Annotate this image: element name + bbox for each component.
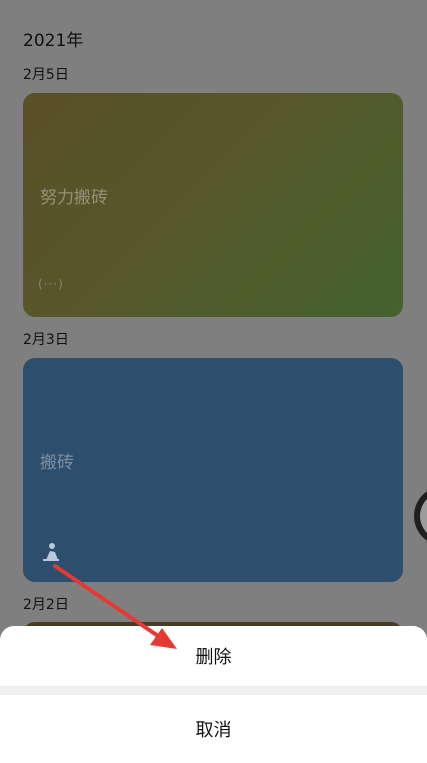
cancel-button[interactable]: 取消: [0, 695, 427, 763]
diary-card-title: 搬砖: [40, 453, 74, 473]
diary-card-feb-5[interactable]: 努力搬砖 (···): [23, 93, 403, 317]
date-label-feb-5: 2月5日: [23, 67, 69, 83]
action-sheet-divider: [0, 686, 427, 695]
delete-button[interactable]: 删除: [0, 626, 427, 686]
diary-card-feb-3[interactable]: 搬砖: [23, 358, 403, 582]
delete-button-label: 删除: [195, 647, 232, 668]
date-label-feb-2: 2月2日: [23, 597, 69, 613]
diary-card-title: 努力搬砖: [40, 188, 108, 208]
mood-figure-icon: [43, 543, 59, 561]
year-header: 2021年: [23, 31, 84, 51]
cancel-button-label: 取消: [195, 720, 232, 741]
card-more-indicator: (···): [38, 277, 64, 291]
date-label-feb-3: 2月3日: [23, 332, 69, 348]
